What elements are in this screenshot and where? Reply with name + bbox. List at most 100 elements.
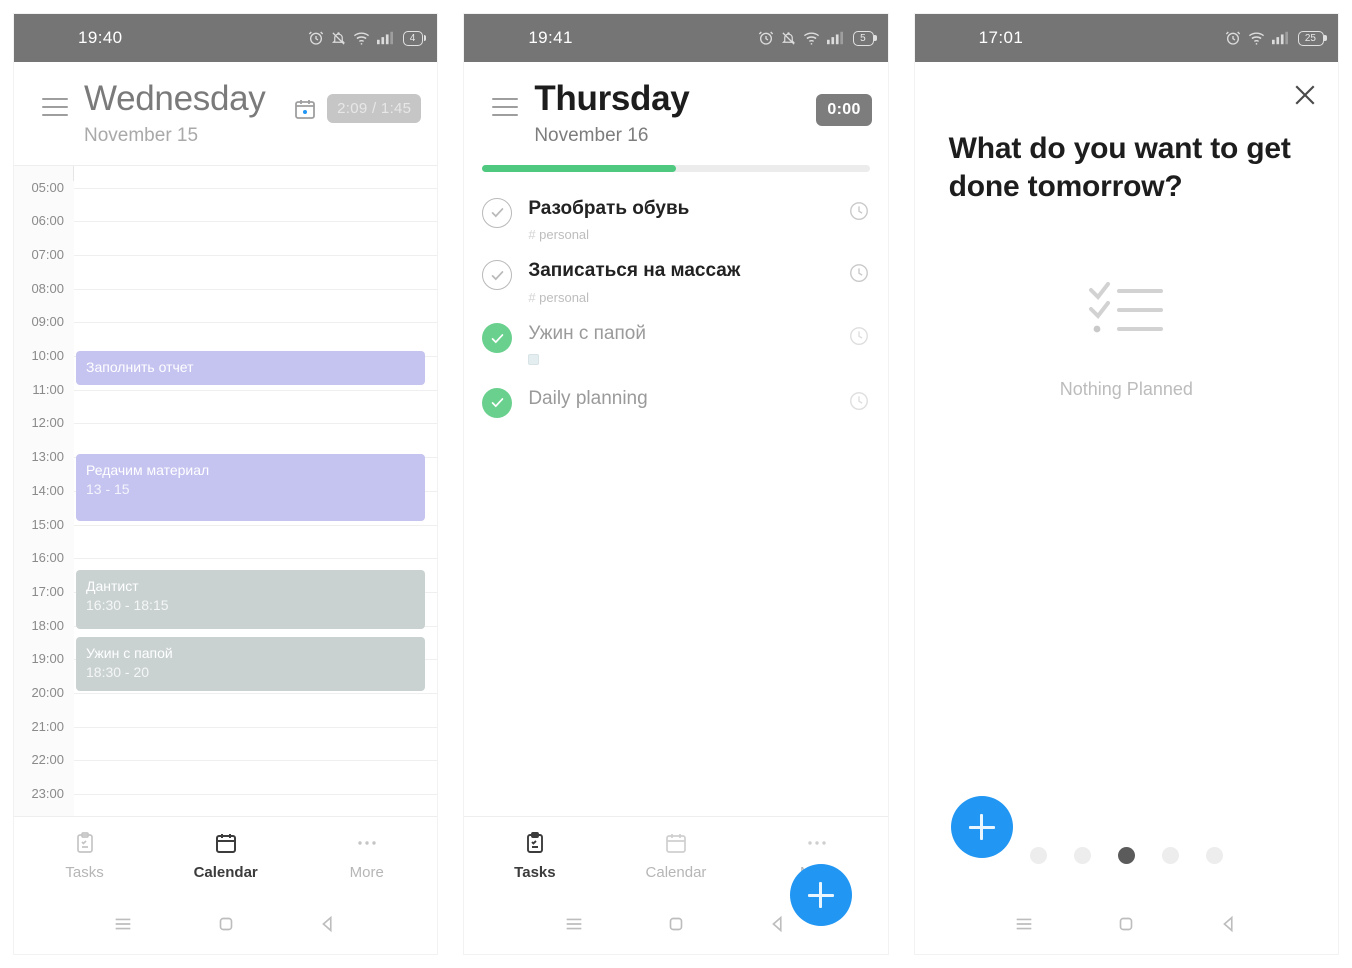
task-item[interactable]: Ужин с папой [478, 311, 873, 376]
checkbox-checked-icon[interactable] [482, 387, 513, 418]
nav-item-tasks[interactable]: Tasks [464, 831, 605, 881]
pager-dot[interactable] [1161, 847, 1179, 864]
status-bar: 19:41 5 [464, 14, 888, 62]
pager-dot[interactable] [1073, 847, 1091, 864]
task-item[interactable]: Записаться на массаж # personal [478, 248, 873, 311]
nav-item-calendar[interactable]: Calendar [155, 831, 296, 881]
pager-dots[interactable] [915, 847, 1338, 864]
hour-label: 17:00 [14, 584, 74, 619]
clipboard-icon [76, 831, 93, 853]
signal-icon [827, 31, 844, 45]
hour-row[interactable]: 11:00 [14, 382, 438, 424]
menu-icon[interactable] [112, 913, 134, 935]
hamburger-menu-icon[interactable] [492, 94, 519, 120]
battery-icon: 4 [402, 30, 424, 46]
battery-icon: 25 [1297, 30, 1324, 46]
empty-state-label: Nothing Planned [1059, 378, 1193, 399]
nav-item-calendar[interactable]: Calendar [605, 831, 746, 881]
hour-row[interactable]: 08:00 [14, 281, 438, 323]
pager-dot[interactable] [1117, 847, 1135, 864]
status-icons: 25 [1225, 30, 1324, 46]
timer-badge[interactable]: 0:00 [816, 94, 872, 126]
hour-label: 11:00 [14, 382, 74, 417]
timer-badge[interactable]: 2:09 / 1:45 [327, 94, 422, 123]
task-title: Разобрать обувь [528, 197, 690, 219]
task-tag-chip[interactable] [528, 353, 540, 365]
calendar-timeline[interactable]: 05:00 06:00 07:00 08:00 09:00 10:00 11:00 12:00… [14, 164, 438, 816]
task-tag[interactable]: # personal [528, 290, 847, 305]
hour-row[interactable]: 22:00 [14, 753, 438, 794]
hour-label: 06:00 [14, 214, 74, 249]
task-list[interactable]: Разобрать обувь # personal Записаться на м… [464, 172, 887, 817]
hour-gridline [74, 389, 438, 391]
clock-icon[interactable] [848, 325, 870, 347]
hour-gridline [74, 794, 438, 796]
task-tag[interactable]: # personal [528, 227, 847, 242]
nav-item-tasks[interactable]: Tasks [14, 831, 155, 881]
back-triangle-icon[interactable] [317, 913, 339, 935]
checkbox-icon[interactable] [482, 197, 513, 228]
calendar-event[interactable]: Дантист 16:30 - 18:15 [76, 569, 426, 629]
page-subtitle: November 15 [84, 124, 199, 146]
bottom-navigation: Tasks Calendar More [14, 816, 438, 894]
signal-icon [376, 31, 393, 45]
clock-icon[interactable] [848, 390, 870, 412]
checkbox-icon[interactable] [482, 260, 513, 291]
hour-label: 19:00 [14, 652, 74, 687]
day-progress-fill [482, 164, 676, 172]
hour-gridline [74, 221, 438, 223]
pager-dot[interactable] [1205, 847, 1223, 864]
menu-icon[interactable] [1013, 913, 1035, 935]
clock-icon[interactable] [848, 200, 870, 222]
hour-row[interactable]: 07:00 [14, 247, 438, 289]
hour-label: 13:00 [14, 450, 74, 485]
task-content: Ужин с папой [528, 322, 847, 370]
ellipsis-icon [358, 840, 376, 845]
wifi-icon [803, 31, 820, 46]
square-icon[interactable] [1115, 913, 1137, 935]
hour-row[interactable]: 20:00 [14, 686, 438, 727]
square-icon[interactable] [215, 913, 237, 935]
calendar-event[interactable]: Ужин с папой 18:30 - 20 [76, 637, 426, 692]
wifi-icon [1248, 31, 1265, 46]
nav-label-tasks: Tasks [65, 863, 104, 881]
hour-row[interactable]: 06:00 [14, 214, 438, 255]
task-item[interactable]: Разобрать обувь # personal [478, 186, 873, 249]
hour-gridline [74, 423, 438, 425]
add-task-fab[interactable] [789, 864, 852, 926]
hamburger-menu-icon[interactable] [42, 94, 68, 120]
calendar-event[interactable]: Заполнить отчет [76, 350, 426, 385]
calendar-icon [215, 833, 236, 853]
event-title: Заполнить отчет [86, 358, 194, 375]
hour-gridline [74, 187, 438, 189]
pager-dot[interactable] [1029, 847, 1047, 864]
task-item[interactable]: Daily planning [478, 376, 873, 424]
task-title: Daily planning [528, 387, 648, 409]
calendar-event[interactable]: Редачим материал 13 - 15 [76, 453, 426, 522]
hour-label: 23:00 [14, 787, 74, 816]
phone-screen-plan-tomorrow: 17:01 25 What do you want to get done to… [914, 14, 1338, 954]
calendar-icon[interactable] [293, 97, 317, 121]
back-triangle-icon[interactable] [767, 913, 789, 935]
status-time: 17:01 [978, 28, 1024, 47]
hour-gridline [74, 760, 438, 762]
system-navigation-bar [14, 894, 437, 954]
hour-row[interactable]: 23:00 [14, 787, 438, 816]
close-icon[interactable] [1290, 80, 1320, 110]
clipboard-icon [526, 831, 543, 853]
menu-icon[interactable] [563, 913, 585, 935]
clock-icon[interactable] [848, 262, 870, 284]
hour-row[interactable]: 15:00 [14, 517, 438, 559]
back-triangle-icon[interactable] [1218, 913, 1240, 935]
hour-row[interactable]: 05:00 [14, 180, 438, 222]
plan-question: What do you want to get done tomorrow? [948, 132, 1291, 203]
status-time: 19:41 [528, 28, 573, 47]
ellipsis-icon [808, 840, 826, 845]
phone-screen-tasks: 19:41 5 Thursday November 16 0:00 Разобр… [464, 14, 888, 954]
hour-row[interactable]: 21:00 [14, 719, 438, 761]
square-icon[interactable] [665, 913, 687, 935]
nav-item-more[interactable]: More [296, 831, 437, 881]
screenshot-panels: 19:40 4 Wednesday November 15 2:09 / 1:4… [0, 0, 1352, 954]
hour-row[interactable]: 12:00 [14, 416, 438, 457]
checkbox-checked-icon[interactable] [482, 323, 513, 353]
